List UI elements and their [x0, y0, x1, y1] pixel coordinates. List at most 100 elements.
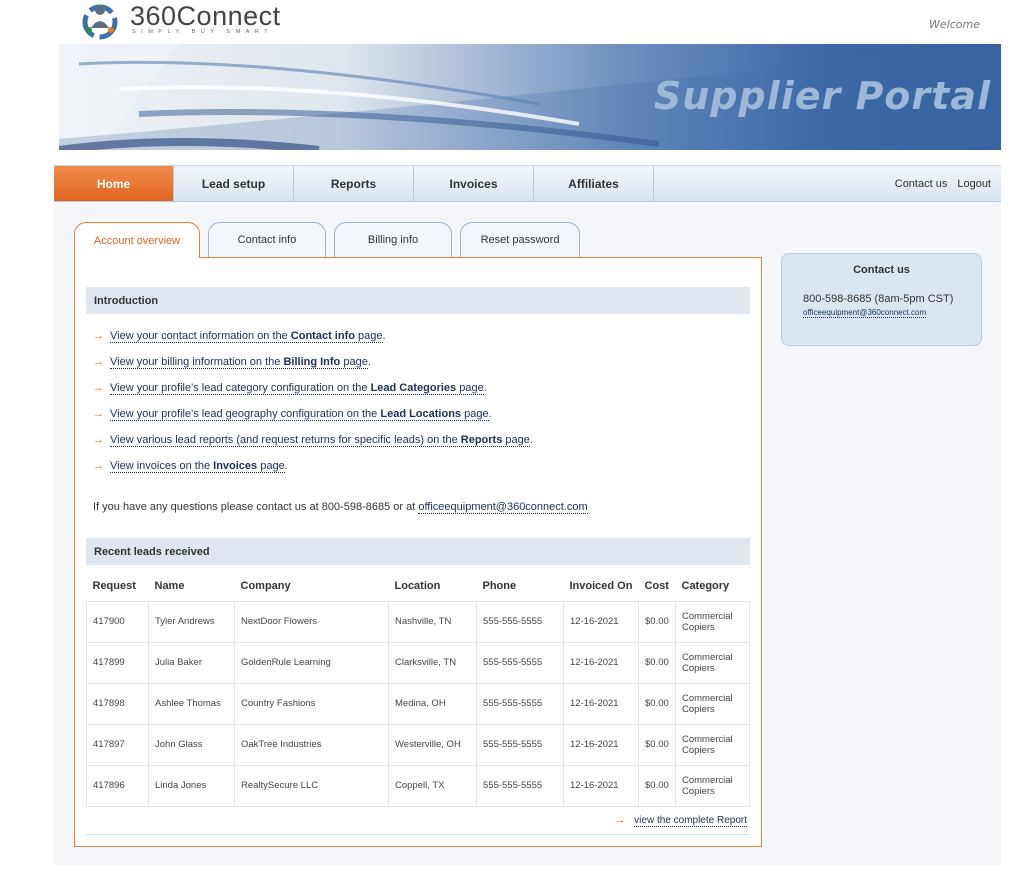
account-overview-panel: Introduction → View your contact informa…	[74, 257, 762, 847]
recent-leads-heading: Recent leads received	[86, 538, 750, 565]
cell-category: Commercial Copiers	[675, 600, 750, 643]
cell-request: 417896	[86, 764, 149, 807]
nav-lead-setup[interactable]: Lead setup	[174, 166, 294, 201]
introduction-heading: Introduction	[86, 287, 750, 314]
table-row: 417896 Linda Jones RealtySecure LLC Copp…	[86, 764, 750, 807]
cell-invoiced-on: 12-16-2021	[563, 723, 639, 766]
contact-info-page-link[interactable]: View your contact information on the Con…	[110, 330, 383, 343]
reports-page-link[interactable]: View various lead reports (and request r…	[110, 434, 530, 447]
cell-company: OakTree Industries	[234, 723, 389, 766]
cell-phone: 555-555-5555	[476, 723, 564, 766]
introduction-list: → View your contact information on the C…	[93, 323, 743, 479]
cell-phone: 555-555-5555	[476, 600, 564, 643]
nav-contact-us-link[interactable]: Contact us	[895, 178, 948, 190]
main-nav: Home Lead setup Reports Invoices Affilia…	[54, 165, 1001, 202]
welcome-text: Welcome	[929, 18, 980, 31]
tab-reset-password[interactable]: Reset password	[460, 222, 580, 257]
cell-invoiced-on: 12-16-2021	[563, 682, 639, 725]
top-bar: 360Connect SIMPLY BUY SMART Welcome	[0, 0, 1024, 44]
cell-phone: 555-555-5555	[476, 682, 564, 725]
cell-cost: $0.00	[638, 641, 676, 684]
contact-box-email-link[interactable]: officeequipment@360connect.com	[803, 308, 927, 318]
nav-home[interactable]: Home	[54, 166, 174, 201]
cell-location: Coppell, TX	[388, 764, 477, 807]
lead-categories-page-link[interactable]: View your profile's lead category config…	[110, 382, 484, 395]
cell-category: Commercial Copiers	[675, 764, 750, 807]
nav-invoices[interactable]: Invoices	[414, 166, 534, 201]
view-complete-report-link[interactable]: view the complete Report	[634, 815, 747, 827]
cell-company: Country Fashions	[234, 682, 389, 725]
people-circle-logo-icon	[80, 0, 120, 40]
cell-request: 417899	[86, 641, 149, 684]
nav-affiliates[interactable]: Affiliates	[534, 166, 654, 201]
right-arrow-icon: →	[93, 356, 104, 368]
cell-name: Ashlee Thomas	[148, 682, 235, 725]
right-arrow-icon: →	[93, 330, 104, 342]
table-header-row: Request Name Company Location Phone Invo…	[87, 571, 750, 601]
tab-billing-info[interactable]: Billing info	[334, 222, 452, 257]
recent-leads-table: Request Name Company Location Phone Invo…	[86, 571, 750, 807]
cell-name: Tyler Andrews	[148, 600, 235, 643]
cell-company: NextDoor Flowers	[234, 600, 389, 643]
cell-location: Nashville, TN	[388, 600, 477, 643]
contact-email-link[interactable]: officeequipment@360connect.com	[418, 501, 588, 514]
billing-info-page-link[interactable]: View your billing information on the Bil…	[110, 356, 368, 369]
cell-category: Commercial Copiers	[675, 641, 750, 684]
logo-tagline: SIMPLY BUY SMART	[132, 29, 274, 35]
cell-name: John Glass	[148, 723, 235, 766]
table-row: 417899 Julia Baker GoldenRule Learning C…	[86, 641, 750, 684]
table-row: 417900 Tyler Andrews NextDoor Flowers Na…	[86, 600, 750, 643]
nav-right-links: Contact us Logout	[895, 166, 1001, 201]
right-arrow-icon: →	[93, 460, 104, 472]
logo[interactable]: 360Connect SIMPLY BUY SMART	[80, 0, 281, 42]
cell-request: 417897	[86, 723, 149, 766]
contact-box-phone: 800-598-8685 (8am-5pm CST)	[803, 293, 954, 305]
list-item: → View your contact information on the C…	[93, 329, 386, 343]
contact-us-box: Contact us 800-598-8685 (8am-5pm CST) of…	[781, 253, 982, 346]
column-header-cost: Cost	[644, 579, 669, 592]
column-header-location: Location	[394, 579, 441, 592]
table-row: 417898 Ashlee Thomas Country Fashions Me…	[86, 682, 750, 725]
cell-invoiced-on: 12-16-2021	[563, 641, 639, 684]
list-item: → View your profile's lead category conf…	[93, 381, 487, 395]
cell-cost: $0.00	[638, 764, 676, 807]
account-tabs: Account overview Contact info Billing in…	[74, 222, 580, 258]
table-row: 417897 John Glass OakTree Industries Wes…	[86, 723, 750, 766]
nav-reports[interactable]: Reports	[294, 166, 414, 201]
cell-invoiced-on: 12-16-2021	[563, 600, 639, 643]
divider	[86, 834, 750, 835]
cell-cost: $0.00	[638, 600, 676, 643]
tab-contact-info[interactable]: Contact info	[208, 222, 326, 257]
logo-name: 360Connect	[130, 1, 281, 31]
cell-company: GoldenRule Learning	[234, 641, 389, 684]
cell-name: Julia Baker	[148, 641, 235, 684]
view-report-row: → view the complete Report	[614, 814, 747, 827]
tab-account-overview[interactable]: Account overview	[74, 222, 200, 258]
list-item: → View various lead reports (and request…	[93, 433, 533, 447]
cell-location: Clarksville, TN	[388, 641, 477, 684]
right-arrow-icon: →	[93, 434, 104, 446]
cell-company: RealtySecure LLC	[234, 764, 389, 807]
column-header-company: Company	[240, 579, 291, 592]
list-item: → View your profile's lead geography con…	[93, 407, 492, 421]
contact-box-title: Contact us	[853, 264, 910, 276]
list-item: → View your billing information on the B…	[93, 355, 371, 369]
column-header-name: Name	[154, 579, 185, 592]
column-header-invoiced-on: Invoiced On	[569, 579, 633, 592]
portal-banner: Supplier Portal	[59, 44, 1001, 150]
banner-title: Supplier Portal	[653, 74, 991, 118]
cell-category: Commercial Copiers	[675, 723, 750, 766]
invoices-page-link[interactable]: View invoices on the Invoices page	[110, 460, 285, 473]
lead-locations-page-link[interactable]: View your profile's lead geography confi…	[110, 408, 489, 421]
cell-phone: 555-555-5555	[476, 764, 564, 807]
cell-name: Linda Jones	[148, 764, 235, 807]
nav-logout-link[interactable]: Logout	[957, 178, 991, 190]
cell-invoiced-on: 12-16-2021	[563, 764, 639, 807]
right-arrow-icon: →	[93, 408, 104, 420]
right-arrow-icon: →	[93, 382, 104, 394]
cell-location: Medina, OH	[388, 682, 477, 725]
cell-request: 417900	[86, 600, 149, 643]
cell-category: Commercial Copiers	[675, 682, 750, 725]
contact-question-text: If you have any questions please contact…	[93, 501, 588, 514]
list-item: → View invoices on the Invoices page.	[93, 459, 288, 473]
